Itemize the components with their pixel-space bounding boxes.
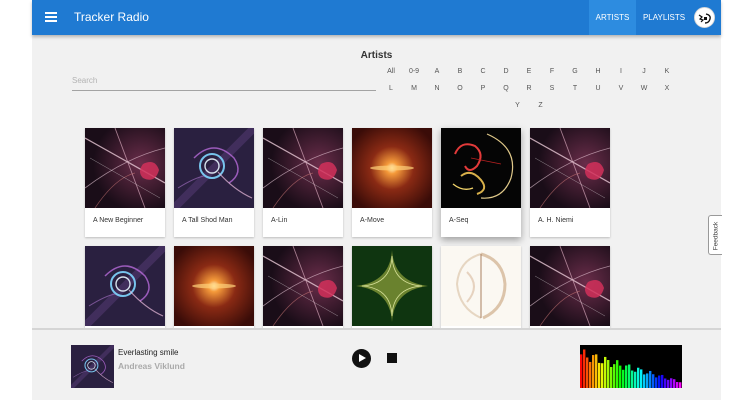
spectrum-visualizer — [580, 345, 682, 388]
artist-artwork-image — [263, 128, 343, 208]
nav-artists-button[interactable]: ARTISTS — [589, 0, 636, 35]
alphabet-filter-button[interactable]: 0-9 — [403, 64, 426, 80]
alphabet-filter-button[interactable]: T — [564, 81, 587, 97]
artist-card[interactable]: A-Move — [352, 128, 432, 237]
artist-artwork-image — [174, 246, 254, 326]
alphabet-filter-button[interactable]: V — [610, 81, 633, 97]
feedback-label: Feedback — [712, 221, 720, 251]
stop-button[interactable] — [387, 353, 397, 363]
artist-name: A New Beginner — [93, 217, 144, 224]
alphabet-filter-button[interactable]: All — [380, 64, 403, 80]
alphabet-filter-button[interactable]: Q — [495, 81, 518, 97]
artist-card[interactable]: A New Beginner — [85, 128, 165, 237]
alphabet-filter-button[interactable]: S — [541, 81, 564, 97]
nav-playlists-button[interactable]: PLAYLISTS — [638, 0, 690, 35]
artists-view: Artists All0-9ABCDEFGHIJK LMNOPQRSTUVWX … — [32, 35, 721, 330]
alphabet-filter-button[interactable]: P — [472, 81, 495, 97]
alphabet-filter-button[interactable]: J — [633, 64, 656, 80]
alphabet-filter-button[interactable]: N — [426, 81, 449, 97]
artist-name: A-Seq — [449, 217, 469, 224]
artist-artwork-image — [85, 128, 165, 208]
alphabet-filter-button[interactable]: O — [449, 81, 472, 97]
player-bar: Everlasting smile Andreas Viklund — [32, 328, 721, 400]
alphabet-filter-button[interactable]: G — [564, 64, 587, 80]
alphabet-filter-button[interactable]: B — [449, 64, 472, 80]
alphabet-filter-row: YZ — [379, 98, 679, 114]
feedback-tab[interactable]: Feedback — [708, 215, 722, 255]
alphabet-filter-button[interactable]: W — [633, 81, 656, 97]
artist-name: A-Lin — [271, 217, 288, 224]
alphabet-filter-button[interactable]: D — [495, 64, 518, 80]
alphabet-filter-button[interactable]: C — [472, 64, 495, 80]
alphabet-filter-button[interactable]: X — [656, 81, 679, 97]
alphabet-filter-button[interactable]: I — [610, 64, 633, 80]
artist-artwork-image — [85, 246, 165, 326]
artist-artwork-image — [263, 246, 343, 326]
user-avatar[interactable] — [694, 7, 715, 28]
artist-card[interactable] — [530, 246, 610, 330]
alphabet-filter-button[interactable]: E — [518, 64, 541, 80]
hamburger-menu-icon[interactable] — [45, 11, 57, 23]
artist-artwork-image — [441, 246, 521, 326]
alphabet-filter-row: LMNOPQRSTUVWX — [379, 81, 679, 97]
artist-card[interactable] — [263, 246, 343, 330]
search-input[interactable] — [72, 71, 376, 91]
alphabet-filter-button[interactable]: K — [656, 64, 679, 80]
artist-artwork-image — [441, 128, 521, 208]
alphabet-filter-button[interactable]: Z — [529, 98, 552, 114]
alphabet-filter-button[interactable]: F — [541, 64, 564, 80]
page-title: Artists — [360, 50, 393, 61]
artist-card[interactable] — [85, 246, 165, 330]
alphabet-filter-button[interactable]: A — [426, 64, 449, 80]
alphabet-filter-button[interactable]: R — [518, 81, 541, 97]
alphabet-filter-button[interactable]: M — [403, 81, 426, 97]
artist-card[interactable]: A. H. Niemi — [530, 128, 610, 237]
alphabet-filter-row: All 0-9 A B C D E F G H I J K — [379, 64, 679, 80]
artist-card[interactable] — [352, 246, 432, 330]
play-button[interactable] — [352, 349, 371, 368]
artist-card[interactable] — [441, 246, 521, 330]
artist-name: A. H. Niemi — [538, 217, 574, 224]
alphabet-filter-button[interactable]: U — [587, 81, 610, 97]
alphabet-filter-button[interactable]: H — [587, 64, 610, 80]
alphabet-filter-button[interactable]: L — [380, 81, 403, 97]
app-bar: Tracker Radio ARTISTS PLAYLISTS — [32, 0, 721, 35]
artist-name: A-Move — [360, 217, 385, 224]
now-playing-artist[interactable]: Andreas Viklund — [118, 361, 185, 371]
artist-artwork-image — [352, 128, 432, 208]
artist-artwork-image — [352, 246, 432, 326]
artist-artwork-image — [174, 128, 254, 208]
now-playing-cover[interactable] — [71, 345, 114, 388]
artist-card[interactable] — [174, 246, 254, 330]
artist-artwork-image — [530, 128, 610, 208]
now-playing-title[interactable]: Everlasting smile — [118, 348, 178, 357]
artist-card[interactable]: A Tall Shod Man — [174, 128, 254, 237]
artist-card[interactable]: A-Seq — [441, 128, 521, 237]
app-title[interactable]: Tracker Radio — [74, 10, 149, 24]
artist-artwork-image — [530, 246, 610, 326]
alphabet-filter-button[interactable]: Y — [506, 98, 529, 114]
artist-card[interactable]: A-Lin — [263, 128, 343, 237]
avatar-logo-icon — [695, 8, 714, 27]
artist-name: A Tall Shod Man — [182, 217, 233, 224]
